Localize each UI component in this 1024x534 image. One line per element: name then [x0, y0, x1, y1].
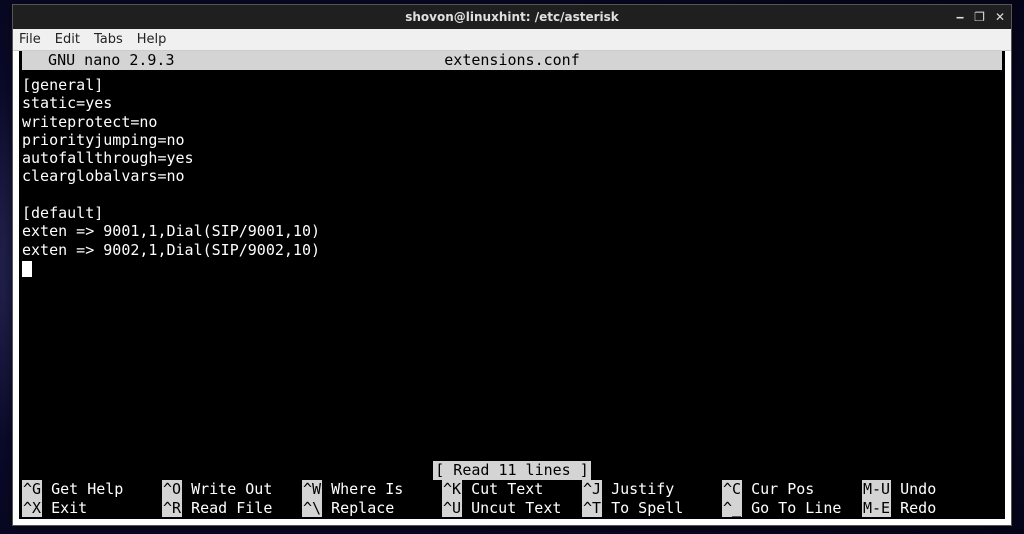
shortcut-label: Cut Text [462, 480, 552, 498]
shortcut-key: ^C [722, 480, 742, 498]
shortcut-label: Undo [891, 480, 936, 498]
shortcut-key: ^O [162, 480, 182, 498]
shortcut-key: ^\ [302, 499, 322, 517]
menubar: File Edit Tabs Help [13, 29, 1011, 51]
terminal-window: shovon@linuxhint: /etc/asterisk ‒ ❐ ✕ Fi… [12, 4, 1012, 526]
shortcut-label: Read File [182, 499, 272, 517]
titlebar[interactable]: shovon@linuxhint: /etc/asterisk ‒ ❐ ✕ [13, 5, 1011, 29]
terminal-area[interactable]: GNU nano 2.9.3 extensions.conf GNU nano … [13, 51, 1011, 525]
shortcut-label: Justify [602, 480, 692, 498]
shortcut-r2-2: ^\ Replace [302, 499, 442, 517]
shortcut-r1-3: ^K Cut Text [442, 480, 582, 498]
close-button[interactable]: ✕ [995, 11, 1005, 23]
shortcut-key: M-E [862, 499, 891, 517]
shortcut-label: Exit [42, 499, 132, 517]
shortcut-r2-6: M-E Redo [862, 499, 1002, 517]
shortcut-label: Cur Pos [742, 480, 832, 498]
minimize-button[interactable]: ‒ [956, 11, 964, 23]
shortcut-key: ^R [162, 499, 182, 517]
cursor [22, 261, 32, 277]
nano-app-name: GNU nano 2.9.3 [22, 51, 175, 69]
shortcut-key: M-U [862, 480, 891, 498]
menu-help[interactable]: Help [137, 32, 167, 47]
maximize-button[interactable]: ❐ [974, 11, 985, 23]
status-row: [ Read 11 lines ] [22, 461, 1002, 480]
shortcuts: ^G Get Help ^O Write Out^W Where Is ^K C… [22, 480, 1002, 517]
shortcut-key: ^U [442, 499, 462, 517]
shortcut-r1-6: M-U Undo [862, 480, 1002, 498]
shortcut-label: Go To Line [742, 499, 841, 517]
shortcut-label: Replace [322, 499, 412, 517]
window-title: shovon@linuxhint: /etc/asterisk [405, 10, 619, 24]
shortcut-label: Redo [891, 499, 936, 517]
shortcut-r2-4: ^T To Spell [582, 499, 722, 517]
shortcut-r2-1: ^R Read File [162, 499, 302, 517]
shortcut-key: ^X [22, 499, 42, 517]
status-message: [ Read 11 lines ] [433, 461, 591, 479]
shortcut-label: To Spell [602, 499, 692, 517]
shortcut-key: ^W [302, 480, 322, 498]
shortcut-key: ^T [582, 499, 602, 517]
shortcut-r1-5: ^C Cur Pos [722, 480, 862, 498]
shortcut-r2-5: ^_ Go To Line [722, 499, 862, 517]
file-content: [general] static=yes writeprotect=no pri… [22, 76, 320, 259]
shortcut-r1-4: ^J Justify [582, 480, 722, 498]
nano-header: GNU nano 2.9.3 extensions.conf GNU nano … [22, 51, 1002, 70]
nano-filename: extensions.conf [175, 51, 850, 69]
shortcut-key: ^_ [722, 499, 742, 517]
shortcut-label: Get Help [42, 480, 132, 498]
shortcut-label: Uncut Text [462, 499, 561, 517]
shortcut-r1-0: ^G Get Help [22, 480, 162, 498]
shortcut-key: ^J [582, 480, 602, 498]
shortcut-r1-1: ^O Write Out [162, 480, 302, 498]
shortcut-r1-2: ^W Where Is [302, 480, 442, 498]
shortcut-label: Write Out [182, 480, 272, 498]
shortcut-label: Where Is [322, 480, 412, 498]
shortcut-key: ^K [442, 480, 462, 498]
shortcut-key: ^G [22, 480, 42, 498]
shortcut-r2-3: ^U Uncut Text [442, 499, 582, 517]
menu-file[interactable]: File [19, 32, 41, 47]
window-controls: ‒ ❐ ✕ [956, 5, 1005, 29]
menu-tabs[interactable]: Tabs [94, 32, 123, 47]
menu-edit[interactable]: Edit [55, 32, 80, 47]
shortcut-r2-0: ^X Exit [22, 499, 162, 517]
editor-body[interactable]: [general] static=yes writeprotect=no pri… [22, 76, 1002, 461]
